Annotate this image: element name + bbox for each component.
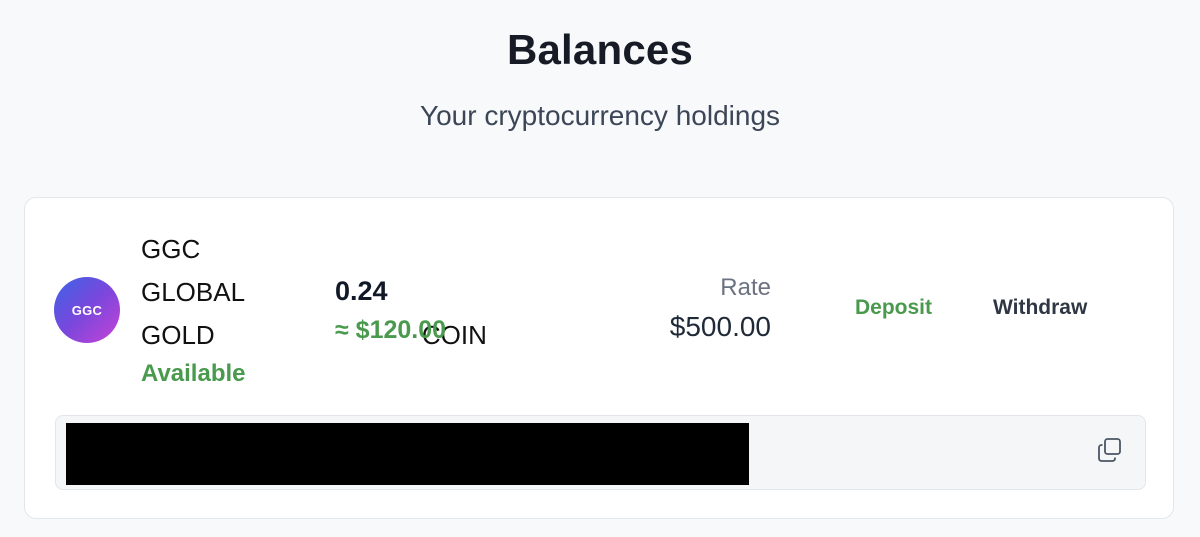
coin-name: GGC GLOBAL GOLD COIN [141, 228, 487, 357]
wallet-address-box [55, 415, 1146, 490]
availability-status: Available [141, 360, 246, 387]
rate-label: Rate [720, 274, 771, 301]
wallet-address-redacted [66, 423, 749, 485]
usd-value: ≈ $120.00 [335, 316, 447, 344]
withdraw-button[interactable]: Withdraw [993, 296, 1087, 320]
coin-logo-text: GGC [71, 302, 103, 318]
rate-value: $500.00 [669, 311, 771, 342]
coin-name-line-3: GOLD COIN [141, 320, 487, 350]
balance-card: GGC GGC GLOBAL GOLD COIN Available 0.24 … [24, 197, 1174, 519]
coin-logo: GGC [54, 277, 120, 343]
coin-amount: 0.24 [335, 276, 388, 306]
deposit-button[interactable]: Deposit [855, 296, 932, 320]
copy-icon [1098, 438, 1121, 462]
coin-name-line-1: GGC [141, 234, 201, 264]
page-title: Balances [506, 26, 694, 73]
coin-name-line-2: GLOBAL [141, 277, 246, 307]
copy-address-button[interactable] [1095, 435, 1125, 465]
page-subtitle: Your cryptocurrency holdings [419, 100, 781, 131]
